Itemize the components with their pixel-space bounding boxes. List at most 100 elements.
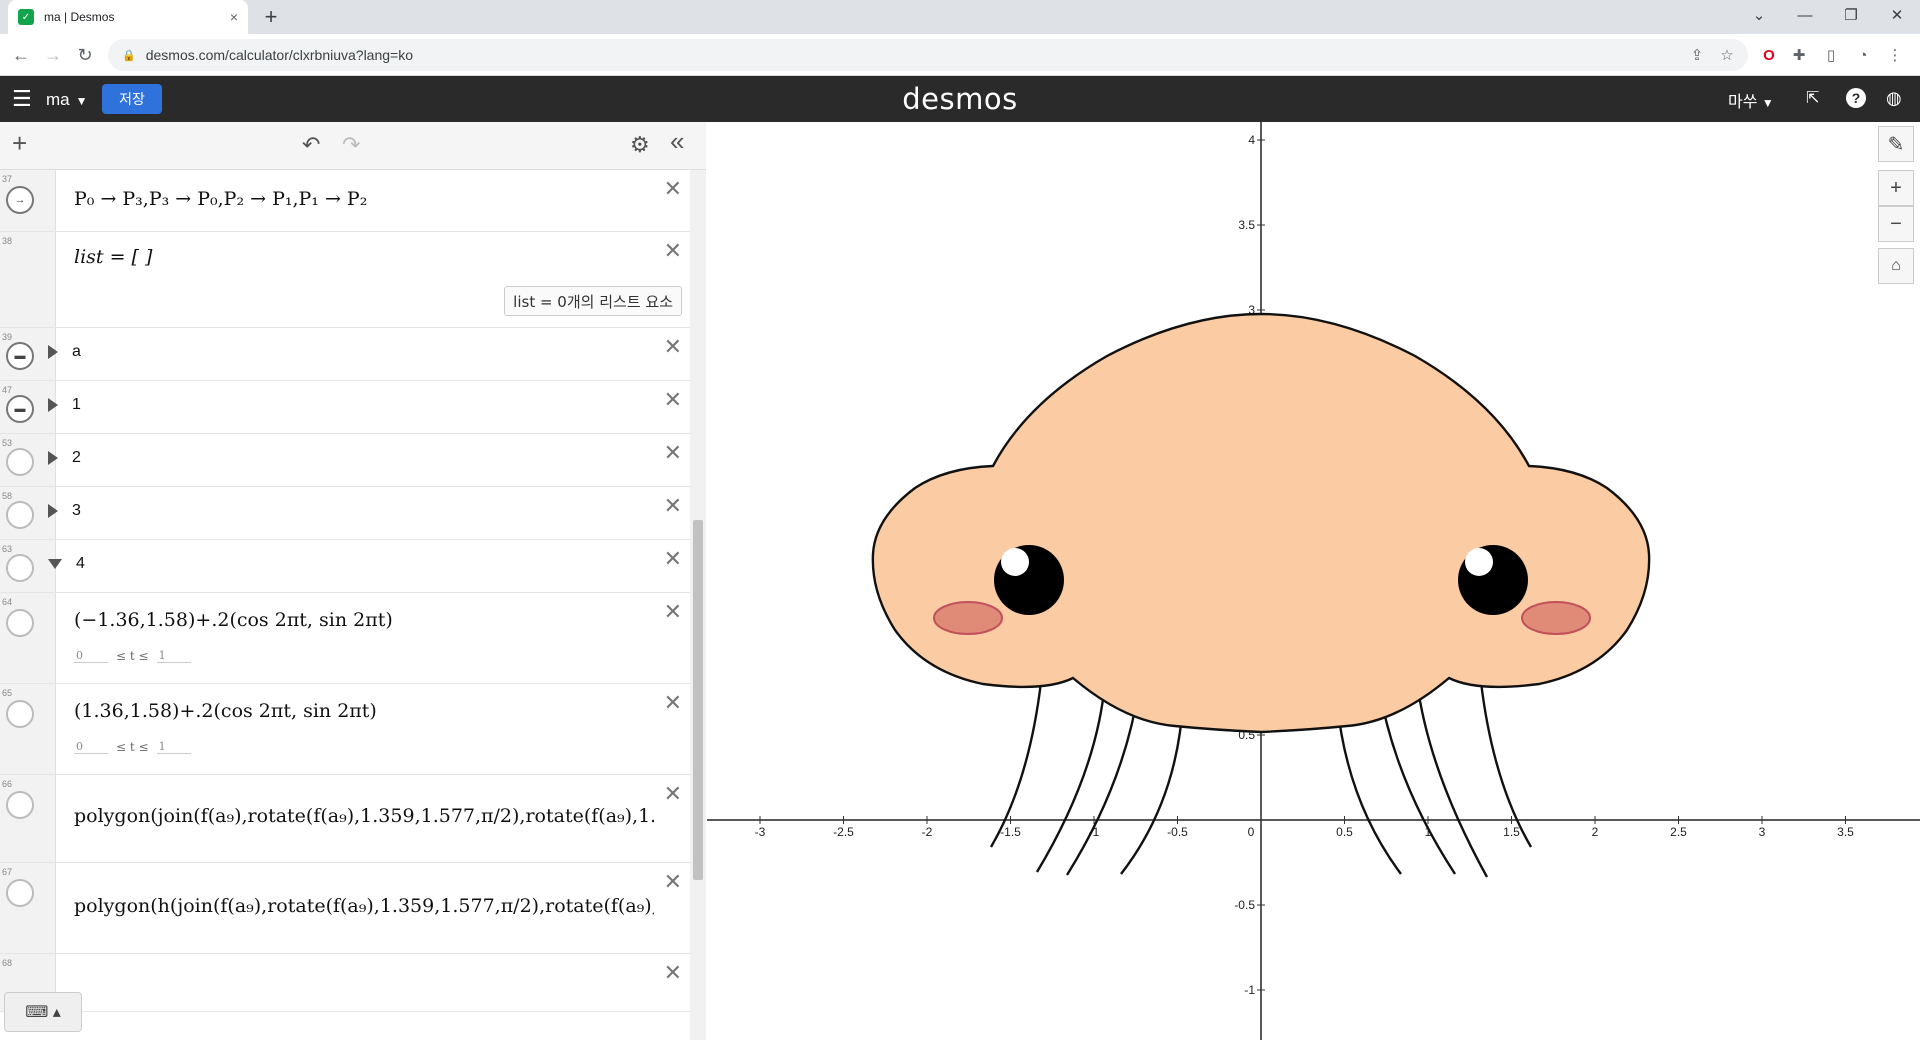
- folder-toggle[interactable]: 1: [48, 396, 81, 414]
- delete-expression-icon[interactable]: ✕: [664, 599, 682, 625]
- expression-row[interactable]: 64 (−1.36,1.58)+.2(cos 2πt, sin 2πt) 0 ≤…: [0, 593, 690, 684]
- folder-collapsed-icon: [48, 397, 58, 412]
- expression-list: 37 → P₀ → P₃,P₃ → P₀,P₂ → P₁,P₁ → P₂ ✕ 3…: [0, 170, 690, 1040]
- folder-visibility-icon[interactable]: [6, 501, 34, 529]
- graph-paper[interactable]: -3 -2.5 -2 -1.5 -1 -0.5 0 0.5 1 1.5 2 2.5 3 3.5 4 3.5 3…: [707, 122, 1920, 1040]
- folder-visibility-icon[interactable]: ▬: [6, 395, 34, 423]
- folder-toggle[interactable]: 4: [48, 555, 85, 573]
- expression-toolbar: + ↶ ↷ ⚙ «: [0, 122, 706, 170]
- zoom-out-button[interactable]: −: [1878, 206, 1914, 242]
- expression-math[interactable]: (−1.36,1.58)+.2(cos 2πt, sin 2πt): [74, 609, 393, 631]
- forward-arrow-icon[interactable]: →: [38, 40, 68, 70]
- delete-expression-icon[interactable]: ✕: [664, 238, 682, 264]
- expression-row[interactable]: 66 polygon(join(f(a₉),rotate(f(a₉),1.359…: [0, 775, 690, 863]
- folder-row[interactable]: 47 ▬ 1 ✕: [0, 381, 690, 434]
- folder-visibility-icon[interactable]: [6, 448, 34, 476]
- url-field[interactable]: 🔒 desmos.com/calculator/clxrbniuva?lang=…: [108, 39, 1748, 71]
- visibility-toggle-icon[interactable]: [6, 609, 34, 637]
- new-tab-button[interactable]: +: [258, 4, 284, 30]
- settings-gear-icon[interactable]: ⚙: [630, 132, 650, 158]
- tmax-input[interactable]: 1: [156, 649, 191, 663]
- folder-label: 4: [76, 555, 85, 572]
- folder-toggle[interactable]: 2: [48, 449, 81, 467]
- folder-row[interactable]: 39 ▬ a ✕: [0, 328, 690, 381]
- help-icon[interactable]: ?: [1846, 88, 1866, 108]
- share-icon[interactable]: ⇪: [1686, 44, 1708, 66]
- visibility-toggle-icon[interactable]: [6, 791, 34, 819]
- folder-visibility-icon[interactable]: [6, 554, 34, 582]
- folder-toggle[interactable]: a: [48, 343, 81, 361]
- minimize-button[interactable]: —: [1782, 0, 1828, 30]
- bookmark-star-icon[interactable]: ☆: [1716, 44, 1738, 66]
- restore-button[interactable]: ❐: [1828, 0, 1874, 30]
- delete-expression-icon[interactable]: ✕: [664, 690, 682, 716]
- folder-toggle[interactable]: 3: [48, 502, 81, 520]
- user-menu[interactable]: 마쑤 ▼: [1728, 88, 1774, 112]
- delete-expression-icon[interactable]: ✕: [664, 546, 682, 572]
- tab-search-icon[interactable]: ⌄: [1736, 0, 1782, 30]
- folder-label: 2: [72, 449, 81, 466]
- browser-tab[interactable]: ✓ ma | Desmos ×: [8, 0, 248, 34]
- tmin-input[interactable]: 0: [74, 649, 108, 663]
- graph-canvas[interactable]: -3 -2.5 -2 -1.5 -1 -0.5 0 0.5 1 1.5 2 2.5 3 3.5 43.53…: [707, 122, 1920, 1040]
- tmin-input[interactable]: 0: [74, 740, 108, 754]
- keyboard-toggle-button[interactable]: ⌨ ▴: [4, 992, 82, 1032]
- expression-row[interactable]: 67 polygon(h(join(f(a₉),rotate(f(a₉),1.3…: [0, 863, 690, 954]
- delete-expression-icon[interactable]: ✕: [664, 440, 682, 466]
- y-tick-label: 4: [1248, 133, 1255, 147]
- undo-button[interactable]: ↶: [302, 132, 320, 158]
- expression-panel: + ↶ ↷ ⚙ « 37 → P₀ → P₃,P₃ → P₀,P₂ → P₁,P…: [0, 122, 706, 1040]
- expression-row[interactable]: 65 (1.36,1.58)+.2(cos 2πt, sin 2πt) 0 ≤ …: [0, 684, 690, 775]
- globe-icon[interactable]: ◍: [1886, 88, 1902, 109]
- arrow-action-icon[interactable]: →: [6, 186, 34, 214]
- delete-expression-icon[interactable]: ✕: [664, 869, 682, 895]
- visibility-toggle-icon[interactable]: [6, 700, 34, 728]
- share-graph-icon[interactable]: ⇱: [1806, 88, 1819, 108]
- y-tick-label: 3.5: [1238, 218, 1255, 232]
- expression-number: 65: [2, 688, 13, 698]
- scrollbar-thumb[interactable]: [693, 520, 703, 880]
- side-panel-icon[interactable]: ▯: [1820, 44, 1842, 66]
- range-label: ≤ t ≤: [116, 649, 149, 663]
- delete-expression-icon[interactable]: ✕: [664, 176, 682, 202]
- expression-math[interactable]: (1.36,1.58)+.2(cos 2πt, sin 2πt): [74, 700, 377, 722]
- expression-number: 39: [2, 332, 13, 342]
- zoom-in-button[interactable]: +: [1878, 170, 1914, 206]
- profile-icon[interactable]: ◔: [1852, 44, 1874, 66]
- delete-expression-icon[interactable]: ✕: [664, 781, 682, 807]
- folder-row[interactable]: 63 4 ✕: [0, 540, 690, 593]
- chrome-menu-icon[interactable]: ⋮: [1884, 44, 1906, 66]
- expression-math[interactable]: polygon(join(f(a₉),rotate(f(a₉),1.359,1.…: [74, 805, 654, 827]
- desmos-favicon-icon: ✓: [18, 9, 34, 25]
- expression-scrollbar[interactable]: [690, 170, 706, 1040]
- expression-gutter: 66: [0, 775, 56, 862]
- expression-row-empty[interactable]: 68 ✕: [0, 954, 690, 1012]
- delete-expression-icon[interactable]: ✕: [664, 334, 682, 360]
- folder-row[interactable]: 53 2 ✕: [0, 434, 690, 487]
- expression-math[interactable]: polygon(h(join(f(a₉),rotate(f(a₉),1.359,…: [74, 895, 654, 917]
- tmax-input[interactable]: 1: [156, 740, 191, 754]
- expression-math[interactable]: list = [ ]: [74, 246, 152, 268]
- add-expression-button[interactable]: +: [12, 128, 27, 159]
- tab-close-icon[interactable]: ×: [230, 9, 238, 25]
- expression-number: 68: [2, 958, 13, 968]
- folder-row[interactable]: 58 3 ✕: [0, 487, 690, 540]
- delete-expression-icon[interactable]: ✕: [664, 960, 682, 986]
- close-window-button[interactable]: ✕: [1874, 0, 1920, 30]
- redo-button[interactable]: ↷: [342, 132, 360, 158]
- back-arrow-icon[interactable]: ←: [6, 40, 36, 70]
- extensions-puzzle-icon[interactable]: ✚: [1788, 44, 1810, 66]
- visibility-toggle-icon[interactable]: [6, 879, 34, 907]
- collapse-list-button[interactable]: «: [670, 126, 684, 157]
- expression-row[interactable]: 37 → P₀ → P₃,P₃ → P₀,P₂ → P₁,P₁ → P₂ ✕: [0, 170, 690, 232]
- reload-icon[interactable]: ↻: [70, 40, 100, 70]
- default-viewport-home-icon[interactable]: ⌂: [1878, 248, 1914, 284]
- opera-extension-icon[interactable]: O: [1758, 44, 1780, 66]
- expression-row[interactable]: 38 list = [ ] list = 0개의 리스트 요소 ✕: [0, 232, 690, 328]
- tentacle: [1065, 686, 1141, 876]
- folder-visibility-icon[interactable]: ▬: [6, 342, 34, 370]
- delete-expression-icon[interactable]: ✕: [664, 493, 682, 519]
- expression-math[interactable]: P₀ → P₃,P₃ → P₀,P₂ → P₁,P₁ → P₂: [74, 188, 367, 210]
- delete-expression-icon[interactable]: ✕: [664, 387, 682, 413]
- graph-settings-wrench-icon[interactable]: ✎: [1878, 126, 1914, 162]
